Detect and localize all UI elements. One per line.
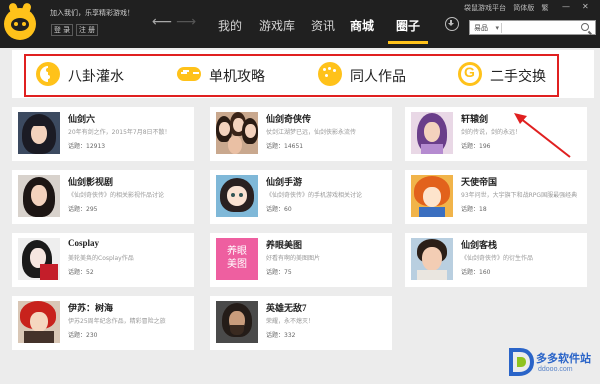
card-topic-count: 话题：230 [68, 332, 98, 339]
back-arrow-icon[interactable]: ⟵ [152, 14, 172, 30]
card-thumbnail [216, 112, 258, 154]
card-description: 荣耀，永不熄灭！ [266, 318, 315, 325]
card-description: 好看有啊的美图图片 [266, 255, 321, 262]
circle-card[interactable]: Cosplay 美轮美奂的Cosplay作品 话题：52 [12, 233, 194, 287]
tab-store[interactable]: 商城 [350, 17, 374, 34]
forward-arrow-icon[interactable]: ⟶ [176, 14, 196, 30]
circle-card[interactable]: 轩辕剑 剑的传说，剑的永远！ 话题：196 [405, 107, 587, 161]
card-thumbnail [18, 238, 60, 280]
card-topic-count: 话题：12913 [68, 143, 106, 150]
yinyang-icon [36, 62, 60, 86]
card-description: 美轮美奂的Cosplay作品 [68, 255, 134, 262]
platform-name-link[interactable]: 袋鼠游戏平台 [464, 4, 506, 12]
card-thumbnail [18, 301, 60, 343]
watermark-url: ddooo.com [538, 366, 573, 373]
tab-circle[interactable]: 圈子 [396, 17, 420, 34]
card-thumbnail [216, 175, 258, 217]
card-topic-count: 话题：295 [68, 206, 98, 213]
site-watermark: 多多软件站 ddooo.com [508, 346, 598, 380]
card-description: 伊苏25周年纪念作品，精彩冒险之旅 [68, 318, 166, 325]
circle-card[interactable]: 养眼 美图 养眼美图 好看有啊的美图图片 话题：75 [210, 233, 392, 287]
circle-card[interactable]: 仙剑客栈 《仙剑奇侠传》的衍生作品 话题：160 [405, 233, 587, 287]
circle-card[interactable]: 仙剑六 20年有剑之作，2015年7月8日不散！ 话题：12913 [12, 107, 194, 161]
thumb-text: 美图 [227, 259, 247, 270]
circle-card[interactable]: 天使帝国 93年问世，大宇旗下和战RPG国服最强经典 话题：18 [405, 170, 587, 224]
category-label: 单机攻略 [209, 68, 265, 84]
card-topic-count: 话题：18 [461, 206, 487, 213]
watermark-logo-icon [509, 348, 534, 376]
card-title: 英雄无敌7 [266, 303, 307, 313]
traditional-link[interactable]: 繁 [541, 4, 548, 12]
gamepad-icon [177, 62, 201, 86]
watermark-title: 多多软件站 [536, 353, 591, 365]
welcome-text: 加入我们，乐享精彩游戏！ [50, 9, 134, 17]
card-thumbnail [411, 238, 453, 280]
simplified-link[interactable]: 简体版 [513, 4, 534, 12]
platform-links: 袋鼠游戏平台 简体版 繁 [464, 3, 553, 13]
category-label: 二手交换 [490, 68, 546, 84]
minimize-icon[interactable]: — [562, 2, 570, 11]
circle-card[interactable]: 仙剑影视剧 《仙剑奇侠传》的相关影视作品讨论 话题：295 [12, 170, 194, 224]
card-title: 仙剑六 [68, 114, 96, 124]
circle-card[interactable]: 仙剑手游 《仙剑奇侠传》的手机游戏相关讨论 话题：60 [210, 170, 392, 224]
search-icon[interactable] [581, 23, 589, 31]
category-label: 八卦灌水 [68, 68, 124, 84]
tab-mine[interactable]: 我的 [218, 17, 242, 34]
card-topic-count: 话题：52 [68, 269, 94, 276]
close-icon[interactable]: ✕ [582, 2, 589, 11]
card-title: 仙剑影视剧 [68, 177, 114, 187]
register-button[interactable]: 注 册 [76, 24, 98, 36]
card-thumbnail [411, 112, 453, 154]
search-box: 易品 [469, 20, 596, 35]
card-description: 93年问世，大宇旗下和战RPG国服最强经典 [461, 192, 578, 199]
card-thumbnail [18, 112, 60, 154]
circle-card[interactable]: 伊苏：树海 伊苏25周年纪念作品，精彩冒险之旅 话题：230 [12, 296, 194, 350]
card-description: 《仙剑奇侠传》的手机游戏相关讨论 [266, 192, 363, 199]
card-topic-count: 话题：196 [461, 143, 491, 150]
card-thumbnail [216, 301, 258, 343]
card-title: 伊苏：树海 [68, 303, 114, 313]
card-title: 仙剑奇侠传 [266, 114, 312, 124]
active-tab-indicator [388, 41, 428, 44]
tab-news[interactable]: 资讯 [311, 17, 335, 34]
card-thumbnail [18, 175, 60, 217]
card-title: 仙剑客栈 [461, 240, 498, 250]
search-input[interactable] [505, 22, 579, 33]
g-coin-icon [458, 62, 482, 86]
kangaroo-logo-icon[interactable] [4, 2, 36, 40]
card-description: 《仙剑奇侠传》的相关影视作品讨论 [68, 192, 165, 199]
card-description: 剑的传说，剑的永远！ [461, 129, 522, 136]
top-bar: 加入我们，乐享精彩游戏！ 登 录 注 册 ⟵ ⟶ 我的 游戏库 资讯 商城 圈子… [0, 0, 600, 48]
card-description: 仗剑江湖梦已远，仙剑侠影永流传 [266, 129, 357, 136]
card-title: Cosplay [68, 238, 100, 248]
card-title: 仙剑手游 [266, 177, 303, 187]
card-title: 天使帝国 [461, 177, 498, 187]
download-icon[interactable] [445, 17, 459, 31]
category-label: 同人作品 [350, 68, 406, 84]
palette-icon [318, 62, 342, 86]
thumb-text: 养眼 [227, 246, 247, 257]
circle-card[interactable]: 英雄无敌7 荣耀，永不熄灭！ 话题：332 [210, 296, 392, 350]
tab-game-library[interactable]: 游戏库 [259, 17, 295, 34]
login-button[interactable]: 登 录 [51, 24, 73, 36]
search-category-select[interactable]: 易品 [472, 23, 502, 33]
card-topic-count: 话题：14651 [266, 143, 304, 150]
card-description: 20年有剑之作，2015年7月8日不散！ [68, 129, 171, 136]
card-title: 轩辕剑 [461, 114, 489, 124]
card-description: 《仙剑奇侠传》的衍生作品 [461, 255, 534, 262]
card-topic-count: 话题：75 [266, 269, 292, 276]
circle-card[interactable]: 仙剑奇侠传 仗剑江湖梦已远，仙剑侠影永流传 话题：14651 [210, 107, 392, 161]
card-thumbnail: 养眼 美图 [216, 238, 258, 280]
card-topic-count: 话题：160 [461, 269, 491, 276]
card-thumbnail [411, 175, 453, 217]
card-title: 养眼美图 [266, 240, 303, 250]
card-topic-count: 话题：332 [266, 332, 296, 339]
card-topic-count: 话题：60 [266, 206, 292, 213]
